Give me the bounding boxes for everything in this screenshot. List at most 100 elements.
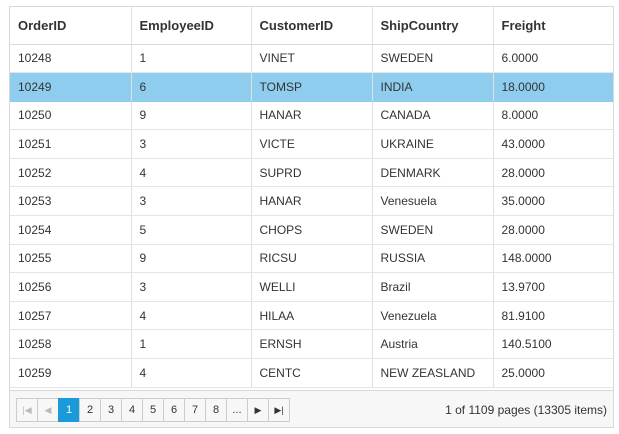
previous-page-button[interactable]: ◀: [37, 398, 59, 422]
cell-orderid[interactable]: 10257: [10, 301, 132, 331]
cell-employeeid[interactable]: 1: [131, 44, 252, 74]
next-page-icon: ▶: [254, 404, 262, 415]
pager-info: 1 of 1109 pages (13305 items): [445, 403, 607, 417]
cell-customerid[interactable]: ERNSH: [251, 329, 373, 360]
cell-freight[interactable]: 35.0000: [493, 186, 613, 217]
cell-employeeid[interactable]: 9: [131, 244, 252, 274]
cell-orderid[interactable]: 10255: [10, 244, 132, 274]
table-row[interactable]: 10258 1 ERNSH Austria 140.5100: [10, 329, 613, 360]
column-header-employeeid[interactable]: EmployeeID: [131, 7, 252, 45]
cell-orderid[interactable]: 10259: [10, 358, 132, 388]
table-row[interactable]: 10259 4 CENTC NEW ZEASLAND 25.0000: [10, 358, 613, 388]
table-row[interactable]: 10253 3 HANAR Venesuela 35.0000: [10, 186, 613, 217]
cell-orderid[interactable]: 10256: [10, 272, 132, 302]
cell-employeeid[interactable]: 5: [131, 215, 252, 245]
last-page-button[interactable]: ▶|: [268, 398, 290, 422]
column-header-orderid[interactable]: OrderID: [10, 7, 132, 45]
cell-shipcountry[interactable]: NEW ZEASLAND: [372, 358, 494, 388]
cell-orderid[interactable]: 10254: [10, 215, 132, 245]
table-row[interactable]: 10250 9 HANAR CANADA 8.0000: [10, 101, 613, 131]
page-button-1[interactable]: 1: [58, 398, 80, 422]
cell-customerid[interactable]: VINET: [251, 44, 373, 74]
cell-freight[interactable]: 81.9100: [493, 301, 613, 331]
cell-orderid[interactable]: 10248: [10, 44, 132, 74]
cell-shipcountry[interactable]: RUSSIA: [372, 244, 494, 274]
cell-employeeid[interactable]: 3: [131, 186, 252, 217]
cell-employeeid[interactable]: 4: [131, 358, 252, 388]
cell-shipcountry[interactable]: INDIA: [372, 72, 494, 102]
cell-shipcountry[interactable]: Venezuela: [372, 301, 494, 331]
data-grid: OrderID EmployeeID CustomerID ShipCountr…: [9, 6, 614, 428]
page-button-4[interactable]: 4: [121, 398, 143, 422]
page-button-2[interactable]: 2: [79, 398, 101, 422]
cell-freight[interactable]: 148.0000: [493, 244, 613, 274]
cell-customerid[interactable]: HANAR: [251, 101, 373, 131]
cell-customerid[interactable]: HANAR: [251, 186, 373, 217]
grid-body: 10248 1 VINET SWEDEN 6.0000 10249 6 TOMS…: [10, 44, 613, 388]
cell-customerid[interactable]: WELLI: [251, 272, 373, 302]
pager: |◀ ◀ 1 2 3 4 5 6 7 8 ... ▶ ▶| 1 of 1109 …: [10, 390, 613, 427]
cell-freight[interactable]: 140.5100: [493, 329, 613, 360]
page-button-6[interactable]: 6: [163, 398, 185, 422]
cell-freight[interactable]: 13.9700: [493, 272, 613, 302]
cell-shipcountry[interactable]: DENMARK: [372, 158, 494, 188]
cell-orderid[interactable]: 10253: [10, 186, 132, 217]
cell-freight[interactable]: 18.0000: [493, 72, 613, 102]
more-pages-button[interactable]: ...: [226, 398, 248, 422]
table-row[interactable]: 10252 4 SUPRD DENMARK 28.0000: [10, 158, 613, 188]
cell-customerid[interactable]: CENTC: [251, 358, 373, 388]
column-header-freight[interactable]: Freight: [493, 7, 613, 45]
cell-freight[interactable]: 43.0000: [493, 129, 613, 159]
cell-employeeid[interactable]: 1: [131, 329, 252, 360]
cell-orderid[interactable]: 10249: [10, 72, 132, 102]
cell-customerid[interactable]: CHOPS: [251, 215, 373, 245]
cell-shipcountry[interactable]: SWEDEN: [372, 44, 494, 74]
cell-employeeid[interactable]: 6: [131, 72, 252, 102]
column-header-customerid[interactable]: CustomerID: [251, 7, 373, 45]
page-button-8[interactable]: 8: [205, 398, 227, 422]
first-page-icon: |◀: [22, 404, 32, 415]
cell-customerid[interactable]: RICSU: [251, 244, 373, 274]
table-row[interactable]: 10254 5 CHOPS SWEDEN 28.0000: [10, 215, 613, 245]
first-page-button[interactable]: |◀: [16, 398, 38, 422]
table-row-selected[interactable]: 10249 6 TOMSP INDIA 18.0000: [10, 72, 613, 102]
cell-employeeid[interactable]: 4: [131, 158, 252, 188]
table-row[interactable]: 10248 1 VINET SWEDEN 6.0000: [10, 44, 613, 74]
cell-freight[interactable]: 28.0000: [493, 158, 613, 188]
cell-employeeid[interactable]: 3: [131, 129, 252, 159]
cell-customerid[interactable]: HILAA: [251, 301, 373, 331]
last-page-icon: ▶|: [274, 404, 284, 415]
cell-orderid[interactable]: 10250: [10, 101, 132, 131]
cell-shipcountry[interactable]: CANADA: [372, 101, 494, 131]
cell-shipcountry[interactable]: Austria: [372, 329, 494, 360]
cell-orderid[interactable]: 10258: [10, 329, 132, 360]
table-row[interactable]: 10255 9 RICSU RUSSIA 148.0000: [10, 244, 613, 274]
grid-table: OrderID EmployeeID CustomerID ShipCountr…: [10, 7, 613, 388]
page-button-5[interactable]: 5: [142, 398, 164, 422]
cell-freight[interactable]: 25.0000: [493, 358, 613, 388]
table-row[interactable]: 10251 3 VICTE UKRAINE 43.0000: [10, 129, 613, 159]
cell-customerid[interactable]: VICTE: [251, 129, 373, 159]
pager-buttons: |◀ ◀ 1 2 3 4 5 6 7 8 ... ▶ ▶|: [16, 398, 290, 422]
cell-shipcountry[interactable]: SWEDEN: [372, 215, 494, 245]
cell-shipcountry[interactable]: UKRAINE: [372, 129, 494, 159]
cell-orderid[interactable]: 10252: [10, 158, 132, 188]
table-row[interactable]: 10256 3 WELLI Brazil 13.9700: [10, 272, 613, 302]
previous-page-icon: ◀: [44, 404, 52, 415]
table-row[interactable]: 10257 4 HILAA Venezuela 81.9100: [10, 301, 613, 331]
column-header-shipcountry[interactable]: ShipCountry: [372, 7, 494, 45]
cell-shipcountry[interactable]: Brazil: [372, 272, 494, 302]
next-page-button[interactable]: ▶: [247, 398, 269, 422]
cell-employeeid[interactable]: 9: [131, 101, 252, 131]
page-button-7[interactable]: 7: [184, 398, 206, 422]
cell-customerid[interactable]: SUPRD: [251, 158, 373, 188]
page-button-3[interactable]: 3: [100, 398, 122, 422]
cell-employeeid[interactable]: 3: [131, 272, 252, 302]
cell-customerid[interactable]: TOMSP: [251, 72, 373, 102]
cell-freight[interactable]: 8.0000: [493, 101, 613, 131]
cell-shipcountry[interactable]: Venesuela: [372, 186, 494, 217]
cell-employeeid[interactable]: 4: [131, 301, 252, 331]
cell-freight[interactable]: 6.0000: [493, 44, 613, 74]
cell-orderid[interactable]: 10251: [10, 129, 132, 159]
cell-freight[interactable]: 28.0000: [493, 215, 613, 245]
